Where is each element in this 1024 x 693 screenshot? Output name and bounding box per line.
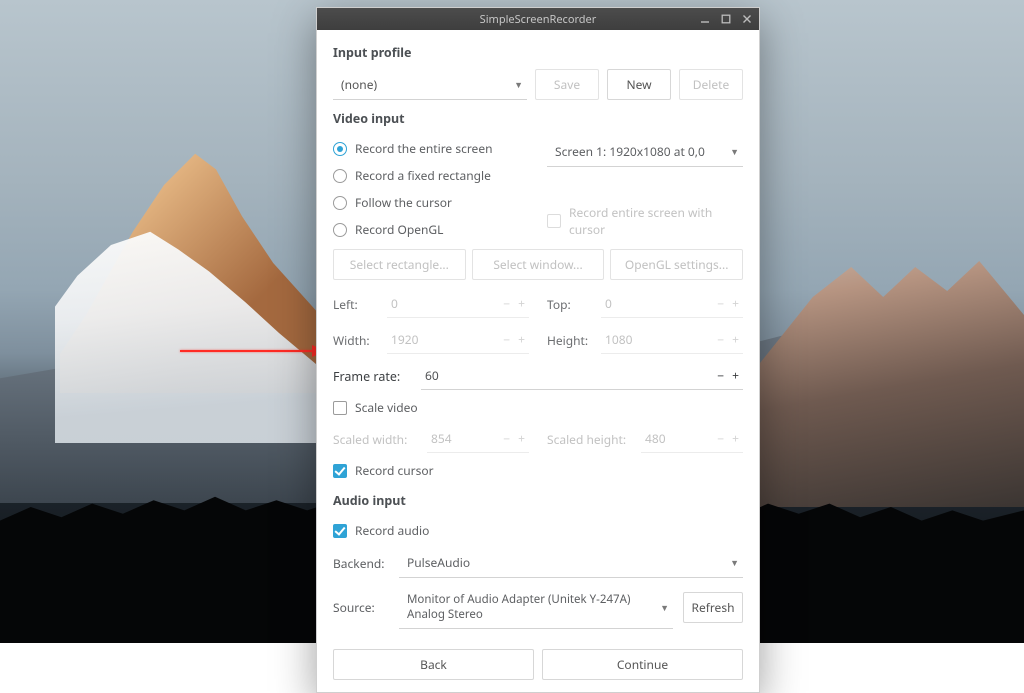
left-field: 0 −+ xyxy=(387,290,529,318)
radio-label: Follow the cursor xyxy=(355,194,452,211)
input-profile-title: Input profile xyxy=(333,44,743,61)
checkbox-icon xyxy=(333,524,347,538)
plus-icon: + xyxy=(732,295,739,312)
radio-label: Record the entire screen xyxy=(355,140,493,157)
backend-dropdown[interactable]: PulseAudio ▼ xyxy=(399,548,743,578)
radio-label: Record a fixed rectangle xyxy=(355,167,491,184)
plus-icon: + xyxy=(732,331,739,348)
minus-icon: − xyxy=(717,331,724,348)
checkbox-label: Record audio xyxy=(355,522,429,539)
continue-button[interactable]: Continue xyxy=(542,649,743,680)
minus-icon: − xyxy=(717,430,724,447)
check-record-cursor[interactable]: Record cursor xyxy=(333,457,743,484)
checkbox-label: Record entire screen with cursor xyxy=(569,204,743,238)
chevron-down-icon: ▼ xyxy=(730,145,739,158)
source-dropdown[interactable]: Monitor of Audio Adapter (Unitek Y-247A)… xyxy=(399,586,673,629)
opengl-settings-button[interactable]: OpenGL settings... xyxy=(610,249,743,280)
scaled-height-field: 480 −+ xyxy=(641,425,743,453)
plus-icon: + xyxy=(518,331,525,348)
close-icon[interactable] xyxy=(741,13,753,25)
radio-opengl[interactable]: Record OpenGL xyxy=(333,216,529,243)
screen-selected: Screen 1: 1920x1080 at 0,0 xyxy=(555,143,705,160)
minus-icon: − xyxy=(503,295,510,312)
width-label: Width: xyxy=(333,332,379,349)
chevron-down-icon: ▼ xyxy=(514,78,523,91)
height-label: Height: xyxy=(547,332,593,349)
width-value: 1920 xyxy=(391,331,503,348)
backend-value: PulseAudio xyxy=(407,554,470,571)
video-input-title: Video input xyxy=(333,110,743,127)
check-record-audio[interactable]: Record audio xyxy=(333,517,743,544)
scaled-height-label: Scaled height: xyxy=(547,431,633,448)
left-label: Left: xyxy=(333,296,379,313)
check-scale-video[interactable]: Scale video xyxy=(333,394,743,421)
scaled-width-label: Scaled width: xyxy=(333,431,419,448)
radio-icon xyxy=(333,223,347,237)
radio-icon xyxy=(333,196,347,210)
scaled-width-value: 854 xyxy=(431,430,503,447)
left-value: 0 xyxy=(391,295,503,312)
profile-dropdown[interactable]: (none) ▼ xyxy=(333,70,527,100)
select-window-button[interactable]: Select window... xyxy=(472,249,605,280)
scaled-height-value: 480 xyxy=(645,430,717,447)
plus-icon: + xyxy=(518,430,525,447)
annotation-arrow xyxy=(180,350,325,352)
plus-icon: + xyxy=(732,430,739,447)
plus-icon: + xyxy=(518,295,525,312)
refresh-button[interactable]: Refresh xyxy=(683,592,743,623)
maximize-icon[interactable] xyxy=(720,13,732,25)
new-button[interactable]: New xyxy=(607,69,671,100)
checkbox-icon xyxy=(333,464,347,478)
minus-icon[interactable]: − xyxy=(717,367,724,384)
width-field: 1920 −+ xyxy=(387,326,529,354)
app-window: SimpleScreenRecorder Input profile (none… xyxy=(316,7,760,693)
titlebar[interactable]: SimpleScreenRecorder xyxy=(317,8,759,30)
checkbox-label: Record cursor xyxy=(355,462,434,479)
checkbox-icon xyxy=(333,401,347,415)
framerate-field[interactable]: 60 −+ xyxy=(421,362,743,390)
radio-fixed-rect[interactable]: Record a fixed rectangle xyxy=(333,162,529,189)
chevron-down-icon: ▼ xyxy=(660,601,669,614)
plus-icon[interactable]: + xyxy=(732,367,739,384)
backend-label: Backend: xyxy=(333,555,389,572)
check-entire-with-cursor: Record entire screen with cursor xyxy=(547,199,743,243)
checkbox-label: Scale video xyxy=(355,399,418,416)
select-rectangle-button[interactable]: Select rectangle... xyxy=(333,249,466,280)
radio-entire-screen[interactable]: Record the entire screen xyxy=(333,135,529,162)
height-field: 1080 −+ xyxy=(601,326,743,354)
checkbox-icon xyxy=(547,214,561,228)
framerate-value: 60 xyxy=(425,367,717,384)
source-value: Monitor of Audio Adapter (Unitek Y-247A)… xyxy=(407,592,660,622)
screen-dropdown[interactable]: Screen 1: 1920x1080 at 0,0 ▼ xyxy=(547,137,743,167)
scaled-width-field: 854 −+ xyxy=(427,425,529,453)
delete-button[interactable]: Delete xyxy=(679,69,743,100)
top-value: 0 xyxy=(605,295,717,312)
profile-selected: (none) xyxy=(341,76,377,93)
height-value: 1080 xyxy=(605,331,717,348)
window-title: SimpleScreenRecorder xyxy=(480,12,597,27)
framerate-label: Frame rate: xyxy=(333,368,411,385)
radio-follow-cursor[interactable]: Follow the cursor xyxy=(333,189,529,216)
top-label: Top: xyxy=(547,296,593,313)
top-field: 0 −+ xyxy=(601,290,743,318)
minus-icon: − xyxy=(717,295,724,312)
save-button[interactable]: Save xyxy=(535,69,599,100)
radio-label: Record OpenGL xyxy=(355,221,443,238)
minus-icon: − xyxy=(503,430,510,447)
radio-icon xyxy=(333,169,347,183)
back-button[interactable]: Back xyxy=(333,649,534,680)
source-label: Source: xyxy=(333,599,389,616)
minus-icon: − xyxy=(503,331,510,348)
radio-icon xyxy=(333,142,347,156)
minimize-icon[interactable] xyxy=(699,13,711,25)
audio-input-title: Audio input xyxy=(333,492,743,509)
chevron-down-icon: ▼ xyxy=(730,556,739,569)
